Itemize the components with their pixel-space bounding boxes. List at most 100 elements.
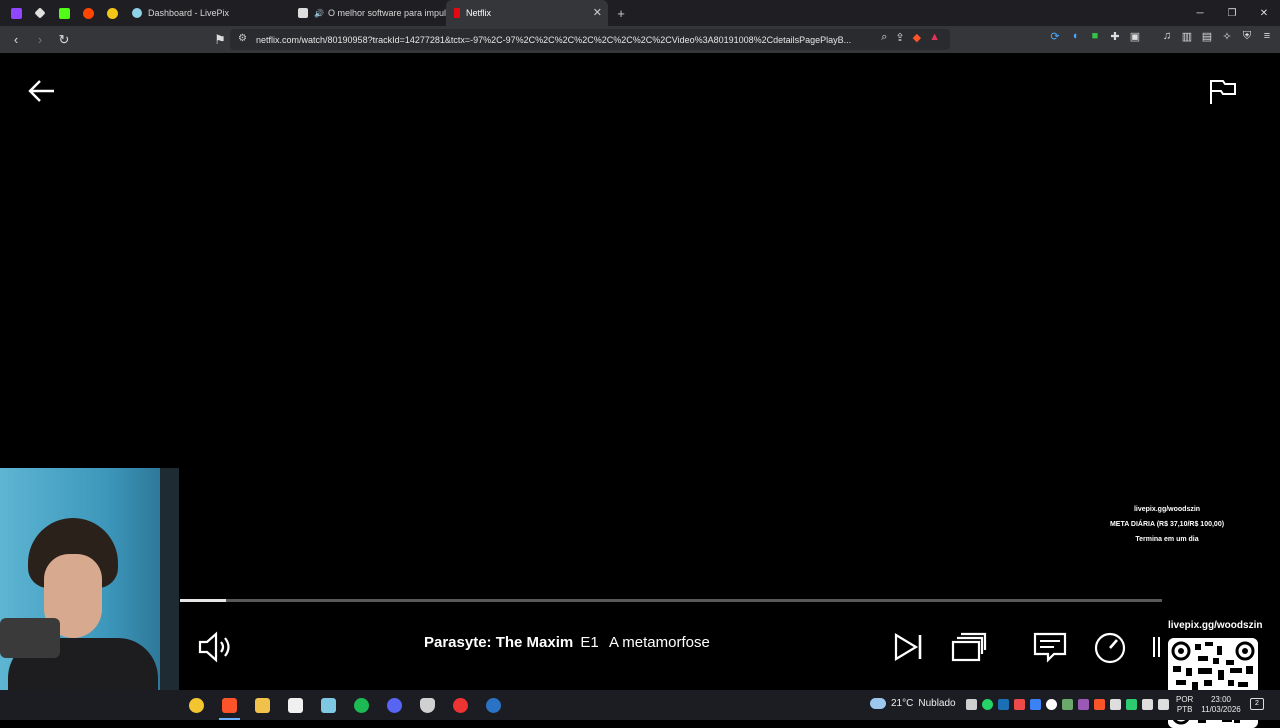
- webcam-door: [160, 468, 179, 720]
- pinned-tabs: [0, 0, 124, 26]
- window-controls: ─ ❐ ✕: [1184, 0, 1280, 26]
- bookmark-icon[interactable]: ⚑: [210, 30, 230, 50]
- pinned-tab-eye[interactable]: [100, 0, 124, 26]
- pinned-tab-app[interactable]: [28, 0, 52, 26]
- livepix-url: livepix.gg/woodszin: [1133, 506, 1201, 513]
- netflix-icon: [454, 8, 460, 18]
- notepad-icon[interactable]: [312, 690, 345, 720]
- security-icon[interactable]: [1126, 699, 1137, 710]
- speaker-icon[interactable]: [1158, 699, 1169, 710]
- microphone-icon[interactable]: [1110, 699, 1121, 710]
- language-indicator[interactable]: POR PTB: [1176, 695, 1193, 715]
- fullscreen-icon[interactable]: [1150, 627, 1164, 667]
- goal-ends: Termina em um dia: [1135, 536, 1199, 543]
- audio-icon[interactable]: 🔊: [314, 9, 324, 18]
- nvidia-icon[interactable]: [1062, 699, 1073, 710]
- screenshot-icon[interactable]: ▣: [1128, 30, 1142, 43]
- brave-browser-icon[interactable]: [213, 690, 246, 720]
- forward-button[interactable]: ›: [30, 30, 50, 50]
- url-text[interactable]: netflix.com/watch/80190958?trackId=14277…: [256, 35, 856, 45]
- pinned-tab-kick[interactable]: [52, 0, 76, 26]
- media-icon[interactable]: ♫: [1160, 30, 1174, 43]
- extensions-icon[interactable]: ✚: [1108, 30, 1122, 43]
- clock-date: 11/03/2026: [1201, 705, 1241, 714]
- restore-button[interactable]: ❐: [1216, 0, 1248, 26]
- capcut-icon[interactable]: [279, 690, 312, 720]
- rewards-icon[interactable]: ▲: [929, 31, 940, 44]
- discord-tray-icon[interactable]: [966, 699, 977, 710]
- file-explorer-icon[interactable]: [246, 690, 279, 720]
- now-playing-title: Parasyte: The Maxim E1 A metamorfose: [424, 634, 710, 651]
- whatsapp-tray-icon[interactable]: [982, 699, 993, 710]
- tab-livepix[interactable]: Dashboard - LivePix: [124, 0, 290, 26]
- gpu-tray-icon[interactable]: [1078, 699, 1089, 710]
- weather-widget[interactable]: 21°C Nublado: [870, 698, 956, 709]
- weather-temp: 21°C: [891, 698, 914, 709]
- wallet-icon[interactable]: ▤: [1200, 30, 1214, 43]
- extension-icons: ⟳ ◖ ■ ✚ ▣ ♫ ▥ ▤ ✧ ⛨ ≡: [1048, 30, 1274, 43]
- subtitles-icon[interactable]: [1030, 627, 1070, 667]
- network-icon[interactable]: [1142, 699, 1153, 710]
- pinned-tab-reddit[interactable]: [76, 0, 100, 26]
- leo-ai-icon[interactable]: ✧: [1220, 30, 1234, 43]
- progress-bar[interactable]: [180, 599, 1162, 602]
- bluetooth-icon[interactable]: [1030, 699, 1041, 710]
- tab-software[interactable]: 🔊 O melhor software para impulsio: [290, 0, 446, 26]
- taskbar-apps: [180, 690, 510, 720]
- notifications-icon[interactable]: 2: [1250, 698, 1264, 710]
- obs-tray-icon[interactable]: [1046, 699, 1057, 710]
- windows-taskbar: 21°C Nublado POR PTB 23:00 11/03/2026 2: [0, 690, 1280, 720]
- clock[interactable]: 23:00 11/03/2026: [1198, 695, 1244, 715]
- tab-netflix[interactable]: Netflix ✕: [446, 0, 608, 26]
- vpn-icon[interactable]: ⛨: [1240, 30, 1254, 43]
- minimize-button[interactable]: ─: [1184, 0, 1216, 26]
- sidebar-icon[interactable]: ▥: [1180, 30, 1194, 43]
- vpn-app-icon[interactable]: [411, 690, 444, 720]
- share-icon[interactable]: ⇪: [895, 31, 904, 44]
- cloud-icon: [870, 698, 886, 709]
- app-tray-icon[interactable]: [1014, 699, 1025, 710]
- brave-shield-icon[interactable]: ◆: [913, 31, 921, 44]
- translate-extension-icon[interactable]: ⟳: [1048, 30, 1062, 43]
- volume-icon[interactable]: [196, 627, 236, 667]
- steam-tray-icon[interactable]: [998, 699, 1009, 710]
- microphone: [0, 618, 60, 658]
- episode-title: A metamorfose: [608, 634, 710, 651]
- back-button[interactable]: ‹: [6, 30, 26, 50]
- address-bar[interactable]: ⚙ netflix.com/watch/80190958?trackId=142…: [230, 29, 950, 50]
- copilot-icon[interactable]: [180, 690, 213, 720]
- webcam-overlay: [0, 468, 179, 720]
- toolbar-divider: [1148, 30, 1154, 43]
- keyboard-layout: PTB: [1176, 705, 1193, 714]
- speed-extension-icon[interactable]: ■: [1088, 30, 1102, 43]
- close-tab-icon[interactable]: ✕: [593, 6, 602, 19]
- language-code: POR: [1176, 695, 1194, 704]
- episodes-icon[interactable]: [948, 627, 988, 667]
- goal-text: META DIÁRIA (R$ 37,10/R$ 100,00): [1109, 521, 1225, 528]
- brave-tray-icon[interactable]: [1094, 699, 1105, 710]
- tab-title: Dashboard - LivePix: [148, 8, 230, 18]
- livepix-goal-overlay: livepix.gg/woodszin META DIÁRIA (R$ 37,1…: [1100, 502, 1234, 547]
- weather-desc: Nublado: [918, 698, 956, 709]
- audio-extension-icon[interactable]: ◖: [1068, 30, 1082, 43]
- show-title: Parasyte: The Maxim: [424, 634, 574, 651]
- browser-toolbar: ‹ › ↻ ⚑ ⚙ netflix.com/watch/80190958?tra…: [0, 26, 1280, 53]
- spotify-icon[interactable]: [345, 690, 378, 720]
- zoom-icon[interactable]: ⌕: [881, 31, 887, 44]
- menu-icon[interactable]: ≡: [1260, 30, 1274, 43]
- video-player[interactable]: livepix.gg/woodszin META DIÁRIA (R$ 37,1…: [0, 53, 1280, 728]
- obs-icon[interactable]: [444, 690, 477, 720]
- next-episode-icon[interactable]: [888, 627, 928, 667]
- playback-speed-icon[interactable]: [1090, 627, 1130, 667]
- reload-button[interactable]: ↻: [54, 30, 74, 50]
- new-tab-button[interactable]: +: [608, 6, 634, 21]
- report-flag-icon[interactable]: [1208, 77, 1238, 105]
- back-arrow-icon[interactable]: [28, 79, 56, 103]
- steam-icon[interactable]: [477, 690, 510, 720]
- close-window-button[interactable]: ✕: [1248, 0, 1280, 26]
- site-settings-icon[interactable]: ⚙: [238, 33, 247, 44]
- discord-icon[interactable]: [378, 690, 411, 720]
- livepix-icon: [132, 8, 142, 18]
- progress-fill: [180, 599, 227, 602]
- pinned-tab-twitch[interactable]: [4, 0, 28, 26]
